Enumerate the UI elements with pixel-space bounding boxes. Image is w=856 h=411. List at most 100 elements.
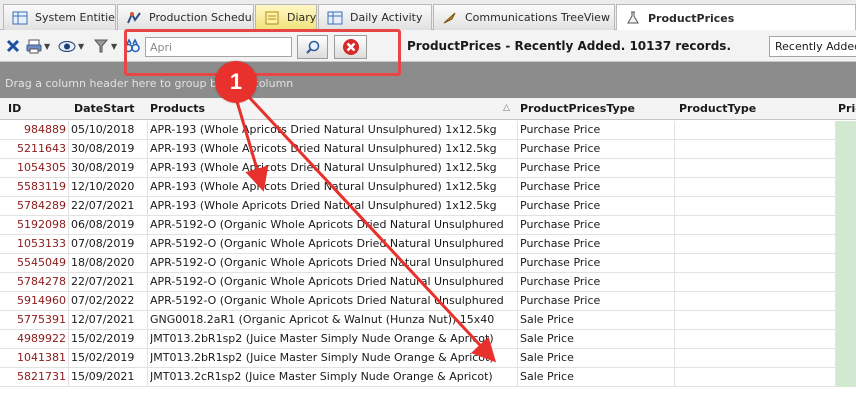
column-header-productpricestype[interactable]: ProductPricesType — [520, 102, 635, 115]
column-divider — [517, 349, 518, 368]
column-divider — [517, 292, 518, 311]
tab-system-entities[interactable]: System Entities — [3, 4, 116, 30]
cell-id: 5775391 — [17, 313, 66, 326]
column-divider — [68, 254, 69, 273]
column-divider — [68, 368, 69, 387]
column-divider — [68, 292, 69, 311]
table-row[interactable]: 5545049 18/08/2020 APR-5192-O (Organic Who… — [0, 254, 856, 273]
table-row[interactable]: 1053133 07/08/2019 APR-5192-O (Organic Who… — [0, 235, 856, 254]
column-divider — [674, 273, 675, 292]
table-row[interactable]: 5784278 22/07/2021 APR-5192-O (Organic Who… — [0, 273, 856, 292]
cell-id: 1041381 — [17, 351, 66, 364]
column-header-products[interactable]: Products — [150, 102, 205, 115]
column-divider — [517, 311, 518, 330]
table-row[interactable]: 4989922 15/02/2019 JMT013.2bR1sp2 (Juice M… — [0, 330, 856, 349]
table-row[interactable]: 5775391 12/07/2021 GNG0018.2aR1 (Organic A… — [0, 311, 856, 330]
column-divider — [674, 197, 675, 216]
column-header-producttype[interactable]: ProductType — [679, 102, 756, 115]
table-row[interactable]: 5914960 07/02/2022 APR-5192-O (Organic Who… — [0, 292, 856, 311]
column-header-price[interactable]: Pric — [838, 102, 856, 115]
column-divider — [674, 292, 675, 311]
column-divider — [517, 140, 518, 159]
column-divider — [517, 178, 518, 197]
column-divider — [147, 121, 148, 140]
cell-pricetype: Sale Price — [520, 313, 574, 326]
chevron-down-icon: ▼ — [44, 41, 51, 51]
view-dropdown[interactable]: ▼ — [58, 37, 84, 55]
cell-price — [836, 197, 856, 216]
column-header-datestart[interactable]: DateStart — [74, 102, 135, 115]
cell-product: APR-5192-O (Organic Whole Apricots Dried… — [150, 218, 504, 231]
column-divider — [674, 140, 675, 159]
print-dropdown[interactable]: ▼ — [26, 37, 50, 55]
cell-id: 1053133 — [17, 237, 66, 250]
cell-datestart: 05/10/2018 — [71, 123, 135, 136]
column-divider — [147, 140, 148, 159]
table-row[interactable]: 984889 05/10/2018 APR-193 (Whole Apricots … — [0, 121, 856, 140]
column-header-id[interactable]: ID — [8, 102, 21, 115]
cell-id: 5545049 — [17, 256, 66, 269]
tab-label: Daily Activity — [350, 11, 423, 24]
delete-button[interactable] — [6, 37, 20, 55]
cell-datestart: 30/08/2019 — [71, 161, 135, 174]
cell-pricetype: Purchase Price — [520, 237, 601, 250]
column-divider — [674, 368, 675, 387]
table-row[interactable]: 5821731 15/09/2021 JMT013.2cR1sp2 (Juice M… — [0, 368, 856, 387]
cell-id: 984889 — [24, 123, 66, 136]
tab-label: Diary — [287, 11, 317, 24]
tab-diary[interactable]: Diary — [255, 4, 317, 30]
tab-communications-treeview[interactable]: Communications TreeView — [433, 4, 615, 30]
eye-icon — [58, 40, 76, 52]
cell-price — [836, 178, 856, 197]
column-divider — [517, 197, 518, 216]
cell-price — [836, 311, 856, 330]
column-divider — [68, 349, 69, 368]
cell-pricetype: Purchase Price — [520, 294, 601, 307]
table-row[interactable]: 1054305 30/08/2019 APR-193 (Whole Apricots… — [0, 159, 856, 178]
cell-pricetype: Purchase Price — [520, 275, 601, 288]
column-divider — [147, 330, 148, 349]
column-divider — [674, 235, 675, 254]
cell-price — [836, 368, 856, 387]
column-divider — [147, 292, 148, 311]
cell-datestart: 06/08/2019 — [71, 218, 135, 231]
table-row[interactable]: 5583119 12/10/2020 APR-193 (Whole Apricots… — [0, 178, 856, 197]
cell-id: 5914960 — [17, 294, 66, 307]
cell-pricetype: Sale Price — [520, 332, 574, 345]
tab-label: Communications TreeView — [465, 11, 610, 24]
cell-datestart: 15/02/2019 — [71, 351, 135, 364]
cell-pricetype: Purchase Price — [520, 142, 601, 155]
tab-daily-activity[interactable]: Daily Activity — [318, 4, 432, 30]
cell-product: APR-193 (Whole Apricots Dried Natural Un… — [150, 180, 497, 193]
chevron-down-icon: ▼ — [111, 41, 118, 51]
column-divider — [147, 273, 148, 292]
cell-pricetype: Purchase Price — [520, 123, 601, 136]
table-row[interactable]: 5784289 22/07/2021 APR-193 (Whole Apricots… — [0, 197, 856, 216]
column-divider — [517, 254, 518, 273]
column-divider — [68, 159, 69, 178]
view-select[interactable]: Recently Added — [769, 36, 856, 57]
cell-datestart: 12/10/2020 — [71, 180, 135, 193]
grid-icon — [12, 11, 28, 24]
column-divider — [147, 159, 148, 178]
column-divider — [674, 311, 675, 330]
table-row[interactable]: 5211643 30/08/2019 APR-193 (Whole Apricots… — [0, 140, 856, 159]
column-divider — [147, 368, 148, 387]
filter-dropdown[interactable]: ▼ — [93, 37, 117, 55]
table-row[interactable]: 5192098 06/08/2019 APR-5192-O (Organic Who… — [0, 216, 856, 235]
table-row[interactable]: 1041381 15/02/2019 JMT013.2bR1sp2 (Juice M… — [0, 349, 856, 368]
column-divider — [147, 254, 148, 273]
cell-datestart: 07/08/2019 — [71, 237, 135, 250]
tab-product-prices[interactable]: ProductPrices — [616, 4, 856, 31]
tab-label: System Entities — [35, 11, 116, 24]
cell-id: 5784289 — [17, 199, 66, 212]
cell-product: APR-5192-O (Organic Whole Apricots Dried… — [150, 237, 504, 250]
column-divider — [674, 178, 675, 197]
annotation-highlight-box — [124, 29, 401, 76]
cell-price — [836, 330, 856, 349]
cell-price — [836, 273, 856, 292]
tab-production-scheduler[interactable]: Production Scheduler — [117, 4, 254, 30]
cell-id: 5192098 — [17, 218, 66, 231]
cell-product: APR-193 (Whole Apricots Dried Natural Un… — [150, 199, 497, 212]
column-divider — [68, 311, 69, 330]
